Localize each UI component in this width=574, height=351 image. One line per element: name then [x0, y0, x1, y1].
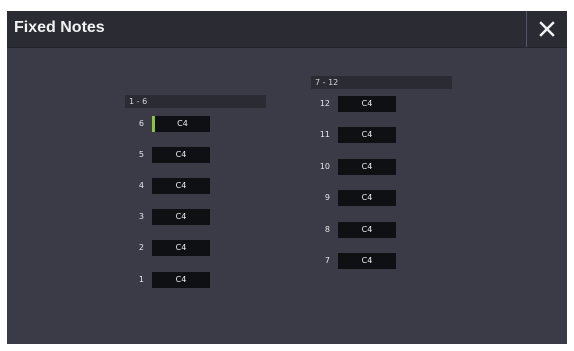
- note-field[interactable]: C4: [152, 240, 210, 256]
- string-number: 1: [138, 275, 144, 284]
- string-number: 4: [138, 181, 144, 190]
- note-field[interactable]: C4: [152, 178, 210, 194]
- title-bar: Fixed Notes: [7, 11, 567, 48]
- page-title: Fixed Notes: [14, 19, 105, 36]
- string-number: 2: [138, 243, 144, 252]
- note-field[interactable]: C4: [338, 159, 396, 175]
- note-field[interactable]: C4: [338, 190, 396, 206]
- note-field[interactable]: C4: [152, 147, 210, 163]
- note-field[interactable]: C4: [338, 96, 396, 112]
- note-field[interactable]: C4: [152, 272, 210, 288]
- note-field[interactable]: C4: [338, 253, 396, 269]
- close-icon: [539, 21, 555, 37]
- fixed-notes-dialog: Fixed Notes 1 - 6 7 - 12 6 C4 5 C4 4 C4 …: [7, 11, 567, 344]
- note-field[interactable]: C4: [338, 222, 396, 238]
- close-button[interactable]: [526, 11, 567, 47]
- group-header-7-12: 7 - 12: [311, 76, 452, 89]
- string-number: 11: [319, 130, 330, 139]
- note-field[interactable]: C4: [152, 209, 210, 225]
- string-number: 7: [324, 256, 330, 265]
- string-number: 10: [319, 162, 330, 171]
- group-header-1-6: 1 - 6: [125, 95, 266, 108]
- string-number: 5: [138, 150, 144, 159]
- note-field[interactable]: C4: [152, 116, 210, 132]
- string-number: 12: [319, 99, 330, 108]
- string-number: 8: [324, 225, 330, 234]
- string-number: 3: [138, 212, 144, 221]
- string-number: 6: [138, 119, 144, 128]
- string-number: 9: [324, 193, 330, 202]
- note-field[interactable]: C4: [338, 127, 396, 143]
